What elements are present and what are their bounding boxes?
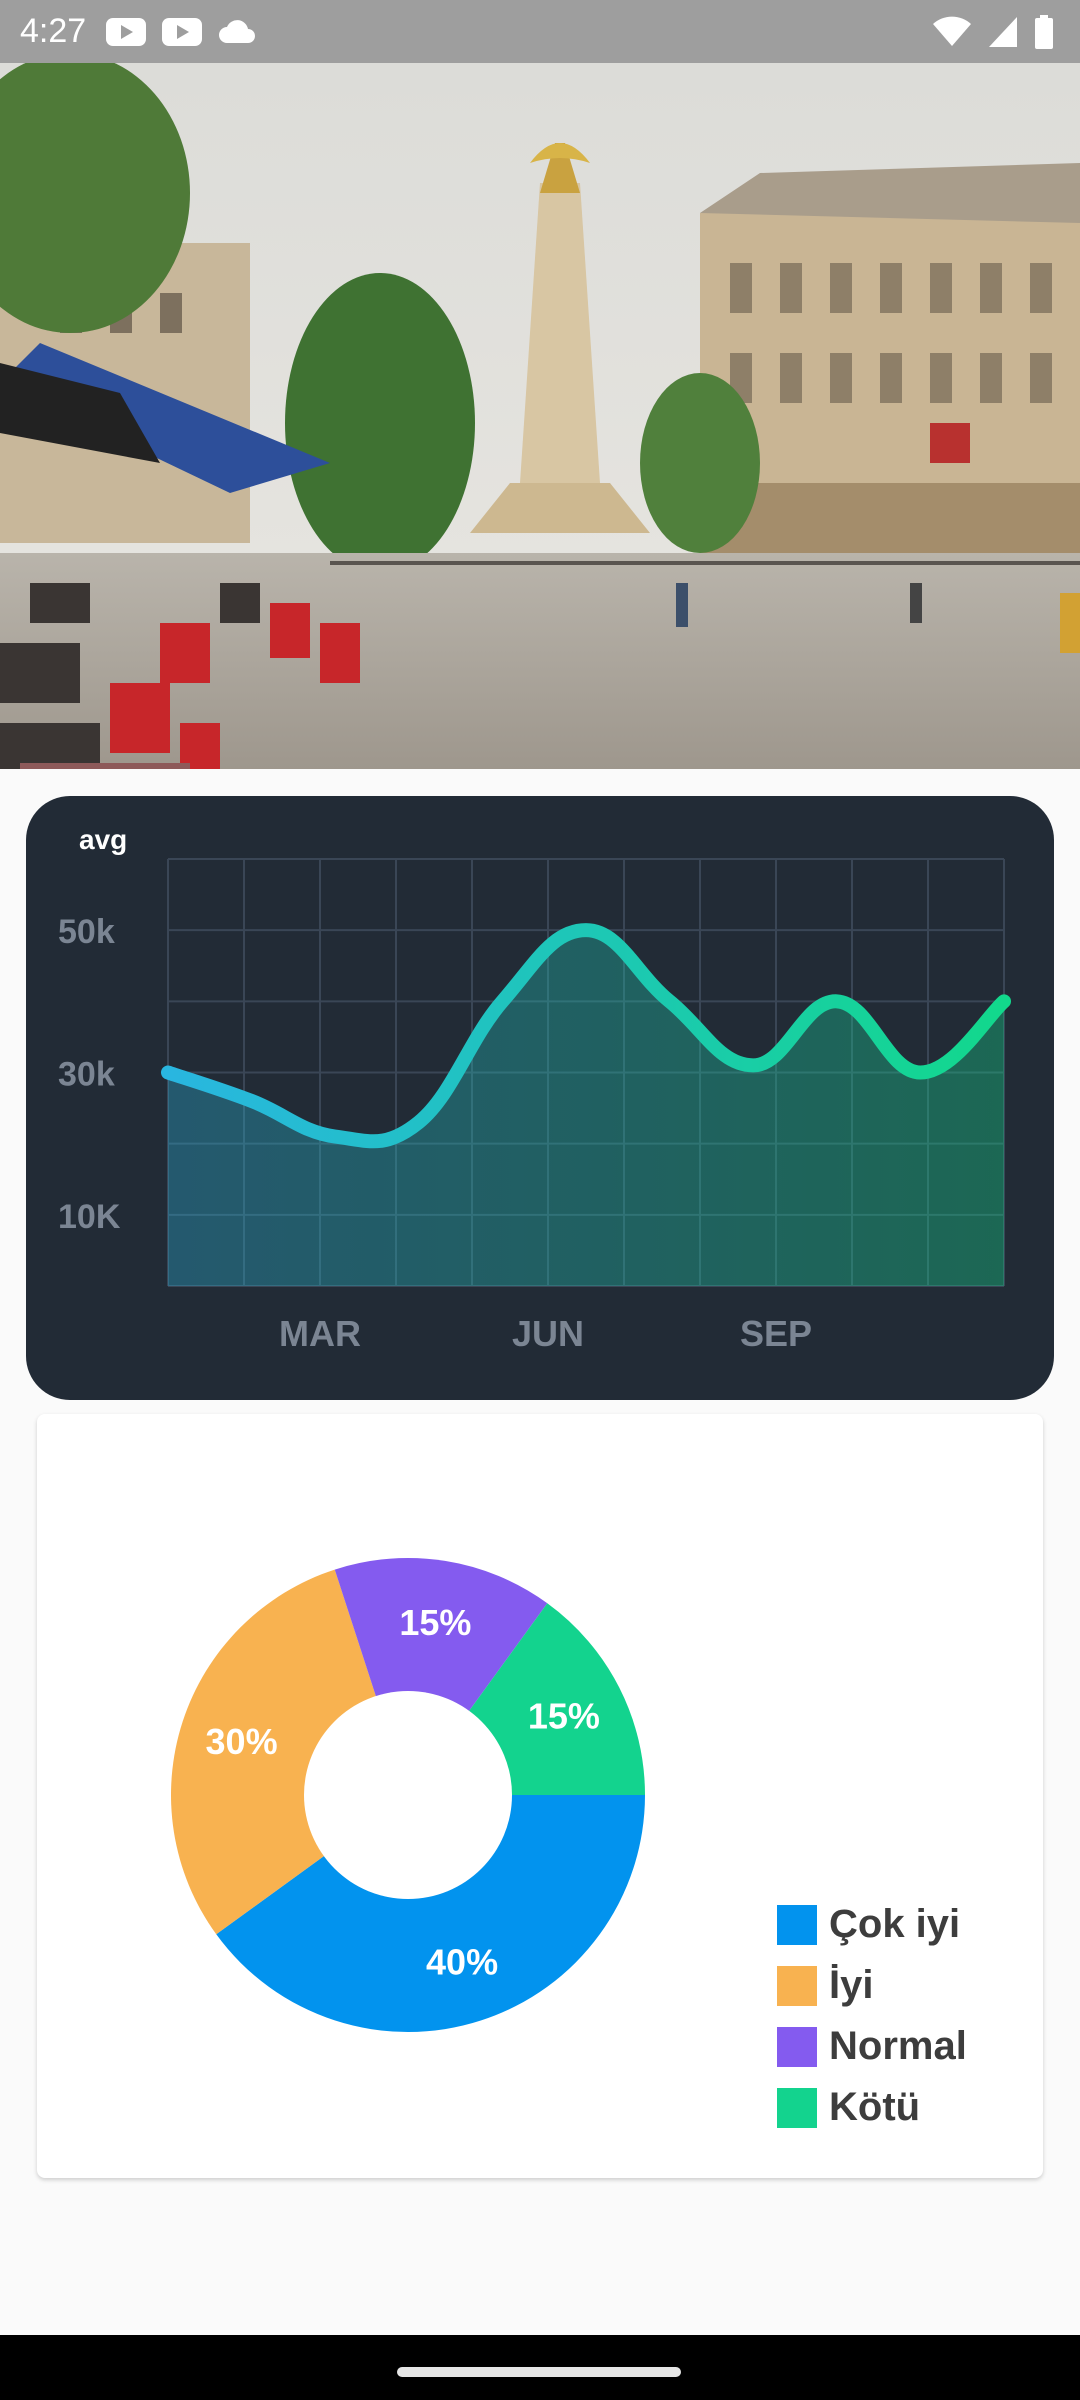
notification-icons <box>106 17 256 46</box>
legend: Çok iyi İyi Normal Kötü <box>777 1894 967 2138</box>
signal-icon <box>989 16 1017 47</box>
y-tick-label: 50k <box>58 913 115 951</box>
legend-label: İyi <box>829 1963 874 2007</box>
status-time: 4:27 <box>20 12 87 50</box>
donut-hole <box>304 1691 512 1899</box>
wifi-icon <box>933 16 971 46</box>
legend-swatch <box>777 1965 817 2006</box>
pie-slice-label: 30% <box>206 1721 278 1762</box>
area-fill <box>168 930 1004 1286</box>
legend-swatch <box>777 2026 817 2067</box>
pie-slice-label: 15% <box>399 1602 471 1643</box>
navigation-bar <box>0 2335 1080 2400</box>
legend-swatch <box>777 2087 817 2128</box>
pie-slice-label: 40% <box>426 1941 498 1982</box>
x-axis-labels: MAR JUN SEP <box>279 1313 812 1354</box>
y-axis-labels: 50k 30k 10K <box>58 913 121 1236</box>
legend-label: Normal <box>829 2024 967 2068</box>
pie-slice-label: 15% <box>528 1696 600 1737</box>
legend-item-cok-iyi: Çok iyi <box>777 1894 967 1955</box>
youtube-icon <box>162 17 203 46</box>
line-chart-card: avg 50k 30k 10K MAR JUN SEP <box>26 796 1054 1400</box>
legend-label: Kötü <box>829 2085 921 2129</box>
chart-title: avg <box>79 824 127 855</box>
line-chart: avg 50k 30k 10K MAR JUN SEP <box>58 824 1011 1354</box>
x-tick-label: SEP <box>740 1313 812 1354</box>
x-tick-label: MAR <box>279 1313 361 1354</box>
home-gesture-handle[interactable] <box>397 2367 681 2377</box>
city-square-photo <box>0 63 1080 769</box>
legend-item-kotu: Kötü <box>777 2077 967 2138</box>
legend-item-iyi: İyi <box>777 1955 967 2016</box>
cloud-icon <box>219 19 256 43</box>
y-tick-label: 10K <box>58 1198 121 1236</box>
system-icons <box>932 14 1054 49</box>
battery-icon <box>1035 14 1053 49</box>
y-tick-label: 30k <box>58 1056 115 1094</box>
youtube-icon <box>106 17 147 46</box>
x-tick-label: JUN <box>512 1313 584 1354</box>
status-bar: 4:27 <box>0 0 1080 63</box>
legend-swatch <box>777 1904 817 1945</box>
legend-label: Çok iyi <box>829 1902 961 1946</box>
legend-item-normal: Normal <box>777 2016 967 2077</box>
pie-chart-card: 40% 30% 15% 15% Çok iyi İyi Normal Kötü <box>37 1414 1043 2178</box>
